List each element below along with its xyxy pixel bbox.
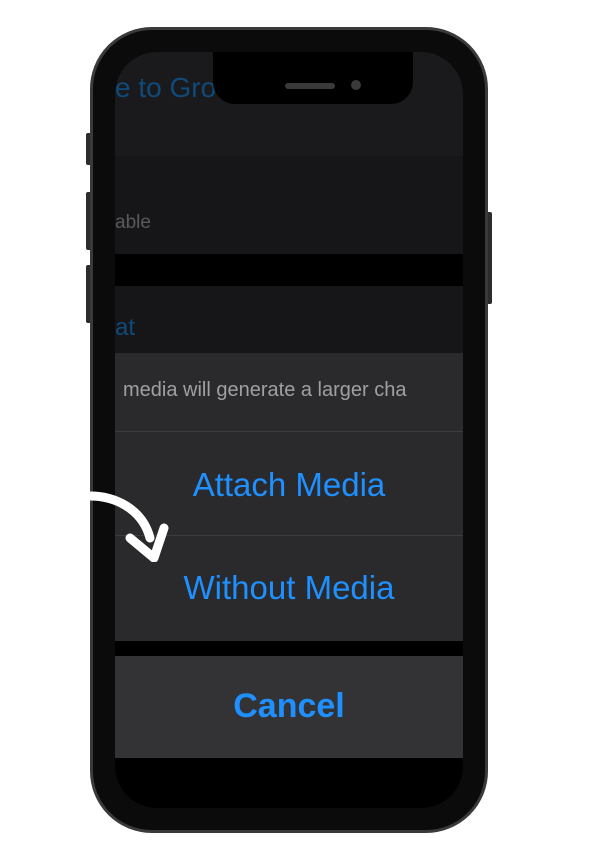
available-row: able bbox=[115, 156, 463, 254]
front-camera bbox=[351, 80, 361, 90]
phone-screen: e to Group via Link able at media will g… bbox=[115, 52, 463, 808]
curved-arrow-icon bbox=[85, 491, 169, 562]
available-label: able bbox=[115, 212, 151, 233]
notch bbox=[213, 52, 413, 104]
cancel-label: Cancel bbox=[233, 687, 345, 725]
speaker-grille bbox=[285, 83, 335, 89]
section-row: at bbox=[115, 286, 463, 356]
section-gap bbox=[115, 254, 463, 286]
action-sheet-message: media will generate a larger cha bbox=[123, 379, 407, 401]
phone-frame: e to Group via Link able at media will g… bbox=[90, 27, 488, 833]
section-label: at bbox=[115, 314, 136, 341]
without-media-label: Without Media bbox=[183, 569, 395, 606]
cancel-button[interactable]: Cancel bbox=[115, 656, 463, 758]
